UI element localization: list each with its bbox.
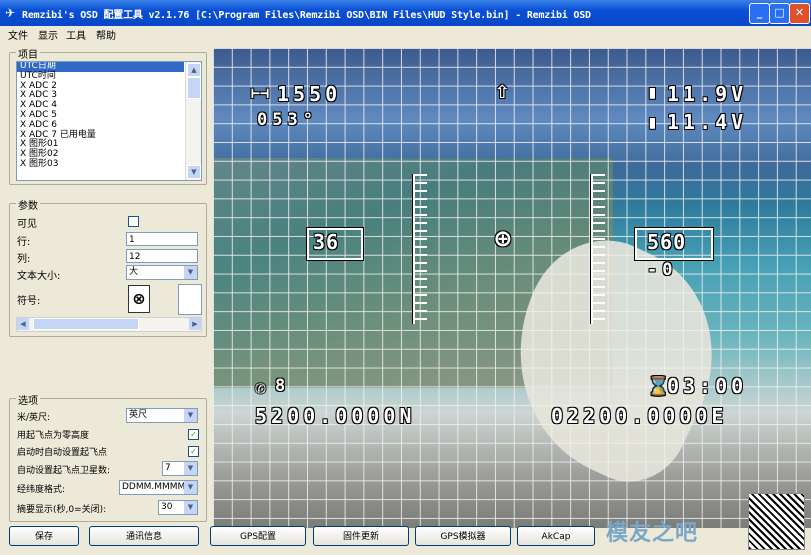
menu-tools[interactable]: 工具 <box>66 27 86 42</box>
col-input[interactable]: 12 <box>126 249 198 263</box>
coord-format-value: DDMM.MMMM <box>122 482 186 492</box>
menu-file[interactable]: 文件 <box>8 27 28 42</box>
speed-box: 36 <box>307 228 363 260</box>
hud-volt1: 11.9V <box>667 82 748 106</box>
akcap-button[interactable]: AkCap <box>517 526 595 546</box>
scroll-up-icon[interactable]: ▲ <box>187 63 201 77</box>
hud-sats: 8 <box>275 376 291 396</box>
unit-value: 英尺 <box>129 410 148 420</box>
auto-set-home-label: 启动时自动设置起飞点 <box>17 448 108 458</box>
altitude-ladder <box>591 174 605 324</box>
coord-format-select[interactable]: DDMM.MMMM ▼ <box>119 480 198 495</box>
visible-label: 可见 <box>17 219 37 230</box>
summary-label: 摘要显示(秒,0=关闭): <box>17 505 107 515</box>
unit-label: 米/英尺: <box>17 413 51 423</box>
options-group-label: 选项 <box>16 392 40 407</box>
chevron-down-icon[interactable]: ▼ <box>184 481 197 494</box>
hud-vario: -0 <box>647 260 678 280</box>
crosshair-icon: ⊕ <box>495 224 511 254</box>
chevron-down-icon[interactable]: ▼ <box>184 409 197 422</box>
fontsize-label: 文本大小: <box>17 271 61 282</box>
summary-select[interactable]: 30 ▼ <box>158 500 198 515</box>
menu-bar: 文件 显示 工具 帮助 <box>0 26 811 42</box>
close-button[interactable]: ✕ <box>789 3 810 24</box>
hud-longitude: 02200.0000E <box>551 404 728 428</box>
chevron-down-icon[interactable]: ▼ <box>184 266 197 279</box>
distance-icon: ⊢⊣ <box>251 84 270 102</box>
menu-view[interactable]: 显示 <box>38 27 58 42</box>
home-arrow-icon: ⇧ <box>495 76 510 104</box>
window-title: Remzibi's OSD 配置工具 v2.1.76 [C:\Program F… <box>22 10 591 21</box>
hud-latitude: 5200.0000N <box>255 404 416 428</box>
maximize-button[interactable]: □ <box>769 3 790 24</box>
auto-sat-value: 7 <box>165 463 171 473</box>
auto-sat-label: 自动设置起飞点卫星数: <box>17 466 111 476</box>
unit-select[interactable]: 英尺 ▼ <box>126 408 198 423</box>
symbol-label: 符号: <box>17 296 41 307</box>
list-item[interactable]: X 图形03 <box>17 159 184 170</box>
scroll-left-icon[interactable]: ◀ <box>17 318 29 330</box>
scroll-thumb[interactable] <box>33 318 139 330</box>
firmware-update-button[interactable]: 固件更新 <box>313 526 409 546</box>
use-home-alt-checkbox[interactable]: ✓ <box>188 429 199 440</box>
app-icon: ✈ <box>5 6 16 20</box>
title-bar: ✈ Remzibi's OSD 配置工具 v2.1.76 [C:\Program… <box>0 0 811 26</box>
items-listbox[interactable]: UTC日期 UTC时间 X ADC 2 X ADC 3 X ADC 4 X AD… <box>16 61 202 181</box>
visible-checkbox[interactable] <box>128 216 139 227</box>
row-input[interactable]: 1 <box>126 232 198 246</box>
altitude-box: 560 <box>635 228 713 260</box>
coord-format-label: 经纬度格式: <box>17 485 66 495</box>
watermark-logo: 模友之吧 <box>606 521 699 546</box>
hud-heading: 053° <box>257 110 318 130</box>
params-group-label: 参数 <box>16 197 40 212</box>
battery-icon: ▮ <box>647 82 658 103</box>
auto-sat-select[interactable]: 7 ▼ <box>162 461 198 476</box>
hud-speed: 36 <box>313 230 340 254</box>
satellite-icon: ✆ <box>255 378 266 399</box>
speed-ladder <box>413 174 427 324</box>
auto-set-home-checkbox[interactable]: ✓ <box>188 446 199 457</box>
scroll-right-icon[interactable]: ▶ <box>189 318 201 330</box>
summary-value: 30 <box>161 502 173 512</box>
gps-config-button[interactable]: GPS配置 <box>210 526 306 546</box>
scroll-down-icon[interactable]: ▼ <box>187 165 201 179</box>
gps-simulator-button[interactable]: GPS模拟器 <box>415 526 511 546</box>
hud-top-left-value: 1550 <box>277 82 342 106</box>
hud-altitude: 560 <box>647 230 687 254</box>
chevron-down-icon[interactable]: ▼ <box>184 462 197 475</box>
comm-info-button[interactable]: 通讯信息 <box>89 526 199 546</box>
osd-preview[interactable]: ⊢⊣ 1550 053° ⇧ ▮ 11.9V ▮ 11.4V 36 ⊕ 560 … <box>213 48 811 528</box>
scroll-thumb[interactable] <box>187 77 201 99</box>
use-home-alt-label: 用起飞点为零高度 <box>17 431 90 441</box>
params-horizontal-scrollbar[interactable]: ◀ ▶ <box>16 317 202 332</box>
col-label: 列: <box>17 254 31 265</box>
chevron-down-icon[interactable]: ▼ <box>184 501 197 514</box>
save-button[interactable]: 保存 <box>9 526 79 546</box>
items-group-label: 项目 <box>16 46 40 61</box>
battery-icon: ▮ <box>647 112 658 133</box>
items-vertical-scrollbar[interactable]: ▲ ▼ <box>185 62 201 180</box>
symbol-preview[interactable]: ⊗ <box>128 285 150 313</box>
minimize-button[interactable]: _ <box>749 3 770 24</box>
hud-time: 03:00 <box>667 374 748 398</box>
fontsize-select[interactable]: 大 ▼ <box>126 265 198 280</box>
qr-code <box>748 493 805 550</box>
fontsize-value: 大 <box>129 267 139 277</box>
hud-volt2: 11.4V <box>667 110 748 134</box>
menu-help[interactable]: 帮助 <box>96 27 116 42</box>
symbol-picker[interactable] <box>178 284 202 315</box>
row-label: 行: <box>17 237 31 248</box>
